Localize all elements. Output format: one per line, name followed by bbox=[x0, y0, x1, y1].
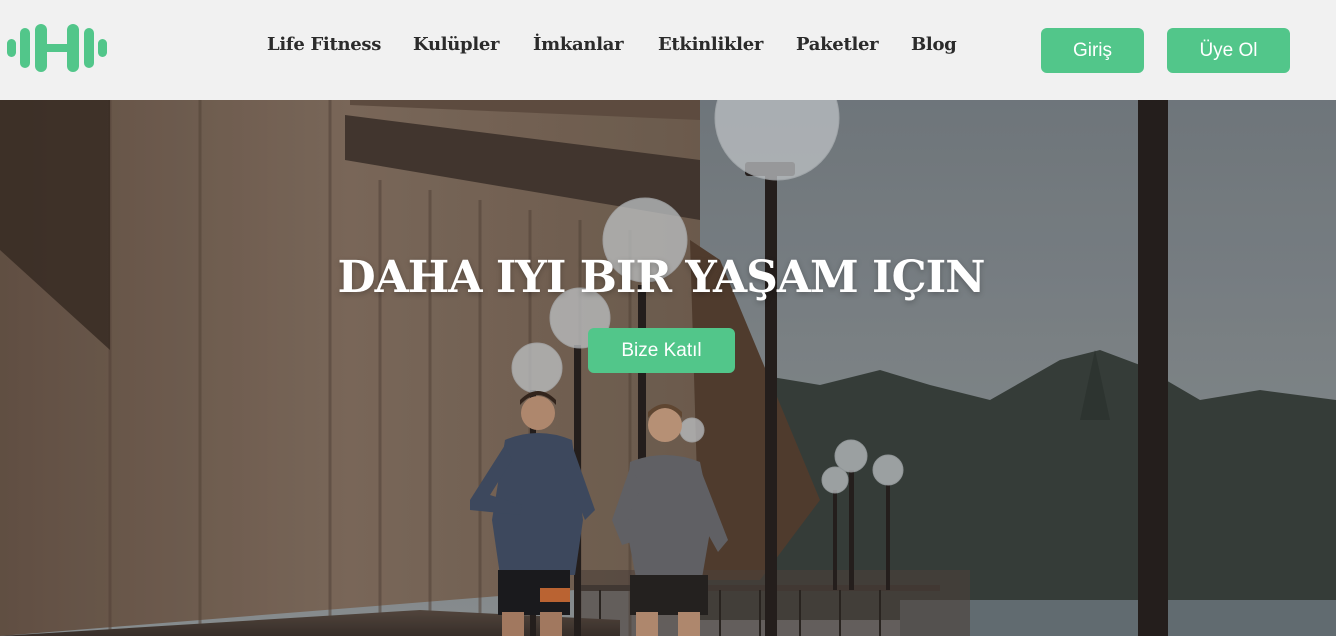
nav-blog[interactable]: Blog bbox=[911, 34, 957, 55]
login-button[interactable]: Giriş bbox=[1041, 28, 1144, 73]
join-us-button[interactable]: Bize Katıl bbox=[588, 328, 735, 373]
signup-button[interactable]: Üye Ol bbox=[1167, 28, 1290, 73]
nav-imkanlar[interactable]: İmkanlar bbox=[533, 34, 624, 55]
site-header: Life Fitness Kulüpler İmkanlar Etkinlikl… bbox=[0, 0, 1336, 100]
hero-section: DAHA IYI BIR YAŞAM IÇIN Bize Katıl bbox=[0, 100, 1336, 636]
nav-paketler[interactable]: Paketler bbox=[796, 34, 879, 55]
nav-kulupler[interactable]: Kulüpler bbox=[413, 34, 500, 55]
hero-title: DAHA IYI BIR YAŞAM IÇIN bbox=[337, 252, 986, 303]
nav-etkinlikler[interactable]: Etkinlikler bbox=[658, 34, 763, 55]
nav-life-fitness[interactable]: Life Fitness bbox=[267, 34, 381, 55]
